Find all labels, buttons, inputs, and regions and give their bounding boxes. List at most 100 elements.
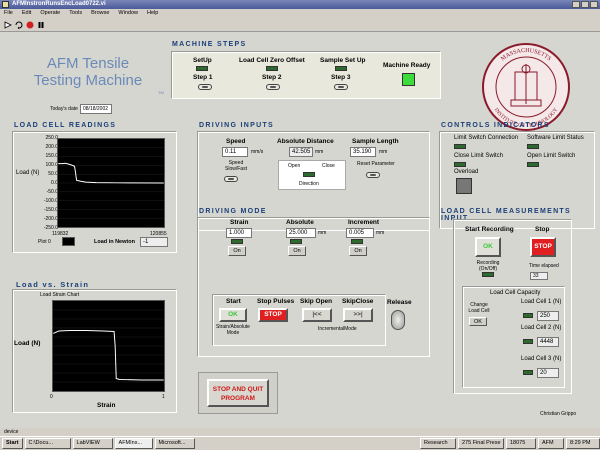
- open-limit-label: Open Limit Switch: [527, 153, 576, 159]
- maximize-button[interactable]: [581, 1, 589, 8]
- menu-window[interactable]: Window: [118, 9, 138, 18]
- increment-field[interactable]: 0.005: [346, 228, 374, 238]
- sample-length-field[interactable]: 35.190: [350, 147, 376, 157]
- strain-led: [231, 239, 243, 244]
- absolute-led: [290, 239, 302, 244]
- step2-label: Step 2: [262, 74, 282, 81]
- taskbar-item-docs[interactable]: C:\Docu...: [24, 438, 71, 449]
- menu-file[interactable]: File: [4, 9, 13, 18]
- cell2-led[interactable]: [523, 339, 533, 344]
- status-text: device: [4, 429, 19, 435]
- increment-on-button[interactable]: On: [349, 246, 367, 256]
- reset-parameter-label: Reset Parameter: [357, 161, 395, 167]
- taskbar-item-afm-folder[interactable]: AFM: [538, 438, 564, 449]
- setup-label: SetUp: [193, 57, 212, 64]
- abort-icon[interactable]: [26, 21, 34, 29]
- speed-unit: mm/s: [251, 149, 264, 155]
- menu-help[interactable]: Help: [147, 9, 158, 18]
- load-strain-chart-title: Load Strain Chart: [40, 292, 80, 298]
- stop-quit-button[interactable]: STOP AND QUIT PROGRAM: [207, 379, 269, 407]
- menu-tools[interactable]: Tools: [69, 9, 82, 18]
- load-readings-ytick: -100.0: [43, 198, 58, 204]
- window-titlebar: AFMInstronRunsEncLoad0722.vi: [0, 0, 600, 9]
- speed-toggle[interactable]: [224, 176, 238, 182]
- step1-toggle[interactable]: [198, 84, 212, 90]
- load-strain-header: Load vs. Strain: [16, 280, 90, 289]
- direction-led[interactable]: [303, 172, 315, 177]
- run-arrow-icon[interactable]: [4, 21, 12, 29]
- overload-label: Overload: [454, 169, 479, 175]
- step3-label: Step 3: [331, 74, 351, 81]
- minimize-button[interactable]: [572, 1, 580, 8]
- start-label: Start: [226, 298, 241, 305]
- step3-toggle[interactable]: [334, 84, 348, 90]
- absolute-unit: mm: [318, 230, 327, 236]
- load-strain-chart: [52, 300, 165, 392]
- taskbar-item-research[interactable]: Research: [420, 438, 456, 449]
- change-load-cell-ok-button[interactable]: OK: [469, 317, 487, 326]
- start-ok-button[interactable]: OK: [219, 308, 247, 322]
- close-button[interactable]: [590, 1, 598, 8]
- sample-setup-led: [335, 66, 347, 71]
- plot-legend-swatch[interactable]: [62, 237, 75, 246]
- start-recording-label: Start Recording: [465, 226, 514, 233]
- menu-edit[interactable]: Edit: [22, 9, 31, 18]
- taskbar-item-microsoft[interactable]: Microsoft...: [154, 438, 195, 449]
- skip-open-button[interactable]: |<<: [302, 308, 332, 322]
- stop-recording-label: Stop: [535, 226, 550, 233]
- app-title-line1: AFM Tensile: [46, 55, 130, 72]
- strain-field[interactable]: 1.000: [226, 228, 252, 238]
- recording-onoff-label: Recording (On/Off): [476, 260, 500, 272]
- start-recording-ok-button[interactable]: OK: [475, 237, 501, 257]
- taskbar-item-final-prese[interactable]: 275 Final Prese: [458, 438, 504, 449]
- start-button[interactable]: Start: [2, 438, 23, 449]
- absolute-field[interactable]: 25.000: [286, 228, 316, 238]
- taskbar-item-18075[interactable]: 18075: [506, 438, 536, 449]
- release-button[interactable]: [391, 310, 405, 330]
- speed-field[interactable]: 0.11: [222, 147, 248, 157]
- software-limit-label: Software Limit Status: [527, 135, 584, 141]
- load-strain-ylabel: Load (N): [14, 340, 41, 347]
- load-newton-value: -1: [140, 237, 168, 247]
- cell3-led[interactable]: [523, 370, 533, 375]
- menu-operate[interactable]: Operate: [40, 9, 60, 18]
- front-panel: AFM Tensile Testing Machine TM Today's d…: [0, 32, 600, 428]
- overload-led: [456, 178, 472, 194]
- stop-recording-button[interactable]: STOP: [530, 237, 556, 257]
- pause-icon[interactable]: [37, 21, 45, 29]
- increment-led: [351, 239, 363, 244]
- taskbar-item-labview[interactable]: LabVIEW: [72, 438, 113, 449]
- step2-toggle[interactable]: [266, 84, 280, 90]
- absolute-on-button[interactable]: On: [288, 246, 306, 256]
- menu-browse[interactable]: Browse: [91, 9, 109, 18]
- open-limit-led: [527, 162, 539, 167]
- direction-label: Direction: [299, 181, 319, 187]
- cell2-field: 4448: [537, 337, 559, 347]
- skip-close-button[interactable]: >>|: [343, 308, 373, 322]
- cell1-led[interactable]: [523, 313, 533, 318]
- sample-length-unit: mm: [379, 149, 388, 155]
- limit-conn-led: [454, 144, 466, 149]
- series-line: [53, 330, 164, 381]
- release-label: Release: [387, 299, 412, 306]
- date-label: Today's date: [50, 106, 78, 112]
- strain-on-button[interactable]: On: [228, 246, 246, 256]
- taskbar-item-afm[interactable]: AFMIns...: [114, 438, 153, 449]
- app-title-line2: Testing Machine: [33, 72, 143, 89]
- stop-pulses-button[interactable]: STOP: [258, 308, 288, 322]
- cell3-field: 20: [537, 368, 559, 378]
- close-limit-led: [454, 162, 466, 167]
- run-continuous-icon[interactable]: [15, 21, 23, 29]
- menu-bar: File Edit Operate Tools Browse Window He…: [0, 9, 600, 18]
- skip-open-label: Skip Open: [300, 298, 333, 305]
- reset-parameter-toggle[interactable]: [366, 172, 380, 178]
- load-strain-xlabel: Strain: [97, 402, 116, 409]
- load-readings-yticks: 250.0 200.0 150.0 100.0 50.0 0.0 -50.0 -100.0 -1…: [36, 135, 58, 231]
- zero-offset-label: Load Cell Zero Offset: [239, 57, 305, 64]
- strain-label: Strain: [230, 219, 249, 226]
- time-elapsed-label: Time elapsed: [529, 263, 559, 269]
- abs-distance-unit: mm: [315, 149, 324, 155]
- trademark: TM: [158, 90, 164, 95]
- toolbar: [0, 18, 600, 32]
- increment-label: Increment: [348, 219, 380, 226]
